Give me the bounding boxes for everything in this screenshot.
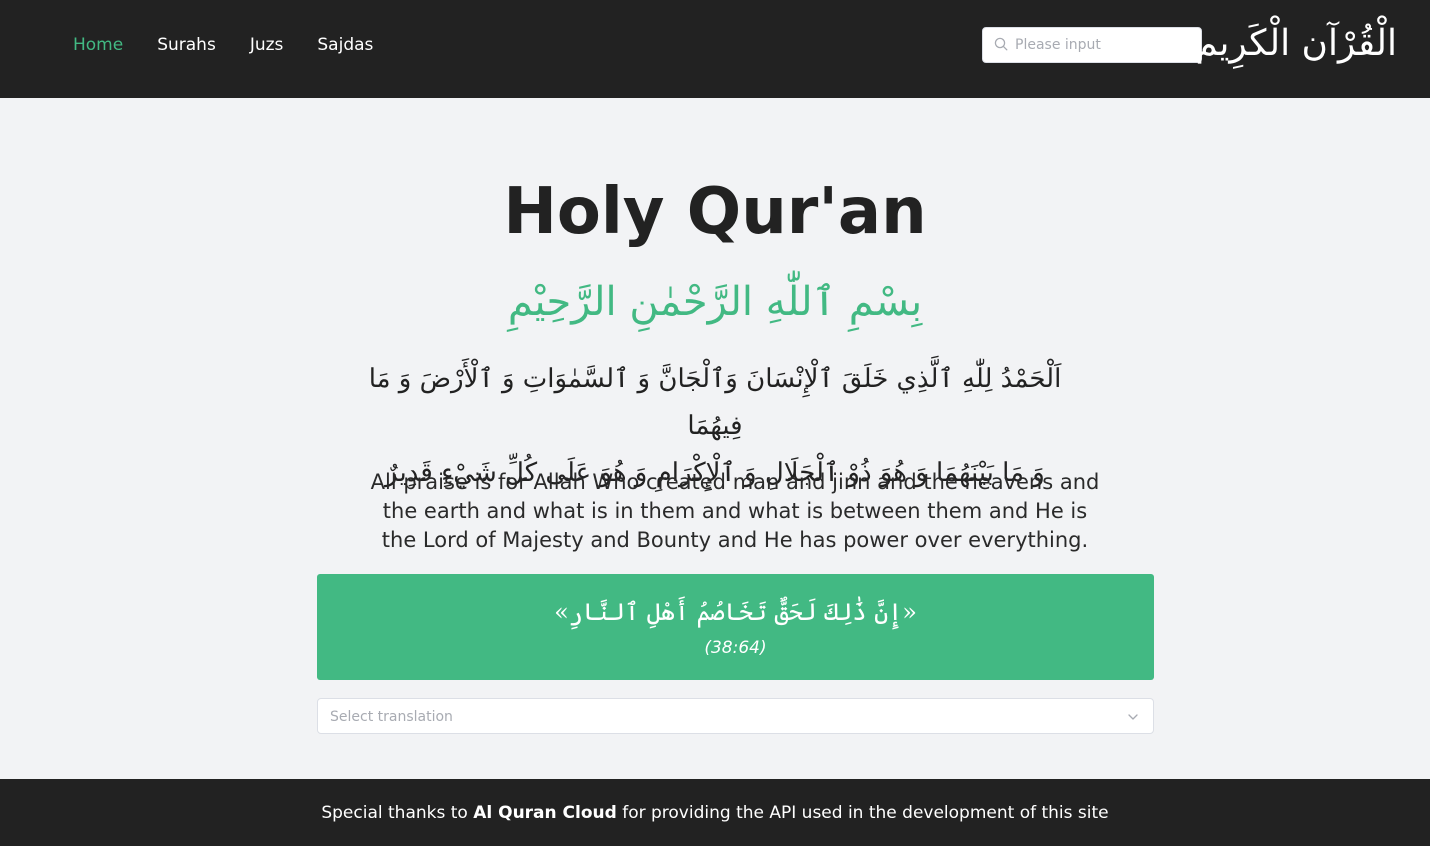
verse-reference: (38:64) — [704, 638, 767, 658]
chevron-down-icon — [1128, 714, 1138, 720]
nav-home[interactable]: Home — [73, 33, 123, 57]
basmala: بِسْمِ ٱللّٰهِ الرَّحْمٰنِ الرَّحِيْمِ — [507, 279, 923, 325]
translation-select[interactable]: Select translation — [317, 698, 1154, 734]
random-verse-card[interactable]: «إِنَّ ذَٰلِكَ لَحَقٌّ تَخَاصُمُ أَهْلِ … — [317, 574, 1154, 680]
nav-surahs[interactable]: Surahs — [157, 33, 216, 57]
footer-prefix: Special thanks to — [321, 803, 474, 823]
search-box[interactable] — [982, 27, 1202, 63]
footer-api-name: Al Quran Cloud — [473, 803, 617, 823]
english-translation: All praise is for Allah Who created man … — [370, 470, 1100, 552]
main-nav: Home Surahs Juzs Sajdas — [73, 33, 407, 57]
main-content: Holy Qur'an بِسْمِ ٱللّٰهِ الرَّحْمٰنِ ا… — [0, 98, 1430, 779]
footer-credit: Special thanks to Al Quran Cloud for pro… — [0, 801, 1430, 825]
nav-juzs[interactable]: Juzs — [250, 33, 284, 57]
page-title: Holy Qur'an — [503, 175, 927, 249]
site-logo[interactable]: الْقُرْآن الْكَرِيم — [1195, 18, 1397, 70]
search-input[interactable] — [1015, 37, 1195, 53]
arabic-line-1: اَلْحَمْدُ لِلّٰهِ ٱلَّذِي خَلَقَ ٱلْإِن… — [368, 364, 1062, 441]
verse-arabic: «إِنَّ ذَٰلِكَ لَحَقٌّ تَخَاصُمُ أَهْلِ … — [554, 598, 917, 626]
top-header: Home Surahs Juzs Sajdas الْقُرْآن الْكَر… — [0, 0, 1430, 98]
translation-select-placeholder: Select translation — [330, 709, 453, 725]
nav-sajdas[interactable]: Sajdas — [317, 33, 373, 57]
footer-suffix: for providing the API used in the develo… — [616, 803, 1109, 823]
search-icon — [994, 36, 1008, 55]
site-footer: Special thanks to Al Quran Cloud for pro… — [0, 779, 1430, 846]
